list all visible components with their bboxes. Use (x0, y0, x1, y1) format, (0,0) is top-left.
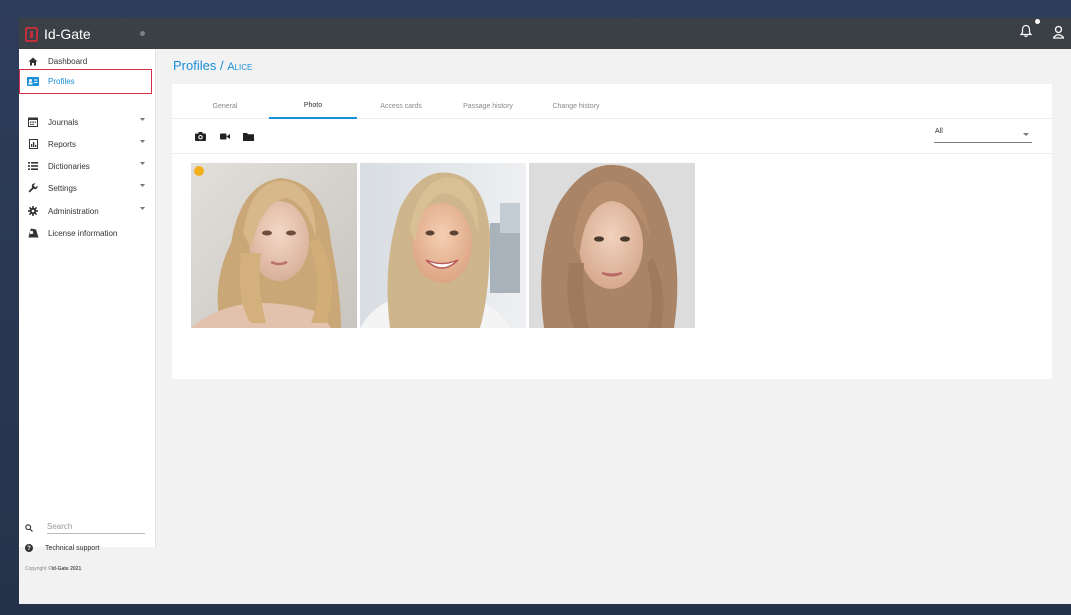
copyright-prefix: Copyright © (25, 566, 52, 572)
search-icon (25, 524, 33, 532)
sidebar-item-administration[interactable]: Administration (23, 201, 151, 221)
notifications-button[interactable] (1020, 19, 1040, 40)
chevron-down-icon (140, 207, 145, 210)
sidebar-item-dictionaries[interactable]: Dictionaries (23, 156, 151, 176)
breadcrumb: Profiles / Alice (173, 58, 252, 73)
sidebar-item-label: License information (48, 228, 118, 238)
brand-logo-icon (25, 26, 38, 42)
list-icon (27, 160, 39, 172)
tab-passage-history[interactable]: Passage history (448, 94, 528, 119)
photo-toolbar: All (172, 119, 1052, 154)
help-icon: ? (25, 544, 33, 552)
sidebar-search[interactable]: Search (25, 520, 145, 536)
technical-support-link[interactable]: ? Technical support (25, 544, 99, 552)
sidebar-item-label: Profiles (48, 77, 75, 86)
portrait-image (360, 163, 526, 328)
search-input[interactable]: Search (47, 522, 145, 534)
photo-filter-select[interactable]: All (934, 128, 1032, 143)
breadcrumb-section-link[interactable]: Profiles (173, 58, 216, 73)
chevron-down-icon (140, 184, 145, 187)
breadcrumb-current: Alice (227, 61, 253, 73)
sidebar-item-profiles[interactable]: Profiles (19, 69, 152, 94)
wrench-icon (27, 182, 39, 194)
chevron-down-icon (1023, 133, 1029, 136)
tab-access-cards[interactable]: Access cards (362, 94, 440, 119)
photo-thumbnail[interactable] (191, 163, 357, 328)
sidebar-item-journals[interactable]: Journals (23, 112, 151, 132)
license-icon (27, 227, 39, 239)
calendar-icon (27, 116, 39, 128)
app-screen: Id-Gate Dashboard Profiles Journals Repo… (19, 18, 1071, 604)
id-card-icon (27, 76, 39, 88)
profile-tabs: General Photo Access cards Passage histo… (172, 94, 1052, 119)
sidebar-item-label: Dictionaries (48, 161, 90, 171)
photo-thumbnail[interactable] (529, 163, 695, 328)
sidebar-item-settings[interactable]: Settings (23, 178, 151, 198)
brand[interactable]: Id-Gate (25, 24, 91, 44)
report-icon (27, 138, 39, 150)
brand-name: Id-Gate (44, 26, 91, 42)
photo-filter-value: All (935, 128, 943, 135)
portrait-image (191, 163, 357, 328)
profile-card: General Photo Access cards Passage histo… (172, 84, 1052, 379)
bell-icon (1020, 24, 1032, 38)
chevron-down-icon (140, 140, 145, 143)
photo-gallery (191, 163, 695, 328)
user-icon (1053, 25, 1064, 39)
photo-thumbnail[interactable] (360, 163, 526, 328)
sidebar-item-dashboard[interactable]: Dashboard (23, 51, 151, 71)
notification-badge (1035, 19, 1040, 24)
sidebar-item-label: Settings (48, 183, 77, 193)
sidebar-item-label: Reports (48, 139, 77, 149)
breadcrumb-separator: / (216, 58, 228, 73)
sidebar-item-reports[interactable]: Reports (23, 134, 151, 154)
technical-support-label: Technical support (45, 544, 100, 552)
tab-general[interactable]: General (186, 94, 264, 119)
tab-change-history[interactable]: Change history (536, 94, 616, 119)
tab-photo[interactable]: Photo (269, 94, 357, 119)
portrait-image (529, 163, 695, 328)
copyright: Copyright ©Id-Gate 2021 (25, 566, 81, 572)
dot-icon (139, 30, 145, 36)
sidebar-item-label: Dashboard (48, 56, 88, 66)
chevron-down-icon (140, 162, 145, 165)
sidebar-item-license-information[interactable]: License information (23, 223, 151, 243)
sidebar-item-label: Administration (48, 206, 99, 216)
svg-text:?: ? (27, 546, 31, 552)
user-menu-button[interactable] (1052, 25, 1065, 39)
topbar-actions (1020, 19, 1065, 40)
top-bar: Id-Gate (19, 18, 1071, 49)
gear-icon (27, 205, 39, 217)
sidebar: Dashboard Profiles Journals Reports Dict… (19, 49, 156, 572)
video-icon[interactable] (220, 133, 230, 140)
primary-photo-badge[interactable] (194, 166, 204, 176)
chevron-down-icon (140, 118, 145, 121)
sidebar-item-label: Journals (48, 117, 79, 127)
home-icon (27, 55, 39, 67)
copyright-brand: Id-Gate 2021 (51, 566, 82, 572)
folder-icon[interactable] (243, 132, 254, 141)
camera-icon[interactable] (195, 132, 206, 141)
sidebar-toggle-button[interactable] (137, 28, 147, 38)
